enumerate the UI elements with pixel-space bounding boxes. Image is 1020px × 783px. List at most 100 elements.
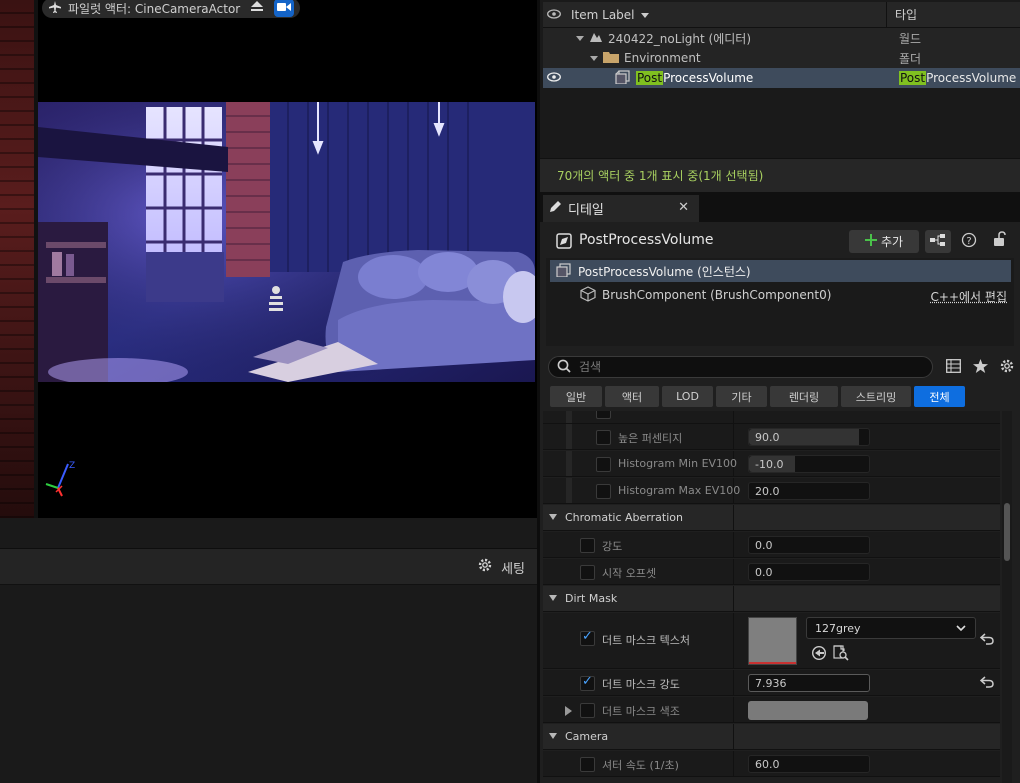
reset-to-default-icon[interactable] — [979, 633, 994, 648]
outliner-row-world[interactable]: 240422_noLight (에디터) 월드 — [543, 28, 1020, 48]
collapse-arrow-icon[interactable] — [576, 31, 584, 45]
property-checkbox[interactable] — [596, 411, 611, 419]
table-view-icon[interactable] — [946, 359, 961, 376]
filter-general[interactable]: 일반 — [550, 386, 602, 407]
dirt-texture-label: 더트 마스크 텍스처 — [602, 634, 690, 647]
histogram-max-checkbox[interactable] — [596, 484, 611, 499]
item-label-column-header[interactable]: Item Label — [565, 1, 887, 28]
property-row-shutter-speed: 셔터 속도 (1/초) 60.0 — [543, 751, 1000, 777]
collapse-arrow-icon[interactable] — [590, 51, 598, 65]
ca-intensity-checkbox[interactable] — [580, 538, 595, 553]
airplane-icon — [48, 0, 62, 17]
property-row-dirt-texture: 더트 마스크 텍스처 127grey — [543, 613, 1000, 669]
eye-icon — [547, 71, 561, 85]
dirt-tint-color-swatch[interactable] — [748, 701, 868, 720]
component-brush-label: BrushComponent (BrushComponent0) — [602, 288, 832, 302]
histogram-max-input[interactable]: 20.0 — [748, 482, 870, 500]
ca-start-offset-checkbox[interactable] — [580, 565, 595, 580]
ca-intensity-value: 0.0 — [755, 538, 773, 552]
level-viewport[interactable]: 파일럿 액터: CineCameraActor Z — [0, 0, 537, 518]
ca-intensity-input[interactable]: 0.0 — [748, 536, 870, 554]
histogram-min-input[interactable]: -10.0 — [748, 455, 870, 473]
postprocess-volume-icon — [556, 262, 572, 280]
type-column-header[interactable]: 타입 — [887, 6, 917, 23]
chevron-down-icon — [955, 622, 967, 637]
shutter-speed-input[interactable]: 60.0 — [748, 755, 870, 773]
filter-actor[interactable]: 액터 — [605, 386, 659, 407]
add-label: 추가 — [880, 235, 904, 249]
outliner-row-postprocessvolume[interactable]: PostProcessVolume PostProcessVolume — [543, 68, 1020, 88]
sort-down-icon — [640, 8, 649, 22]
histogram-min-value: -10.0 — [755, 457, 784, 471]
details-scrollbar[interactable] — [1002, 411, 1012, 783]
scrollbar-thumb[interactable] — [1004, 503, 1010, 561]
dirt-texture-checkbox[interactable] — [580, 629, 595, 646]
details-panel: PostProcessVolume 추가 ? PostProcessVolume… — [540, 222, 1020, 783]
outliner-row-environment[interactable]: Environment 폴더 — [543, 48, 1020, 68]
blueprint-button[interactable] — [925, 230, 951, 253]
filter-rendering[interactable]: 렌더링 — [770, 386, 838, 407]
visibility-toggle[interactable] — [547, 71, 561, 85]
scene-render[interactable] — [38, 102, 535, 382]
browse-asset-icon[interactable] — [833, 645, 849, 664]
component-brush[interactable]: BrushComponent (BrushComponent0) C++에서 편… — [550, 284, 1011, 306]
plus-icon — [864, 234, 877, 249]
gear-icon — [477, 557, 493, 577]
high-percentage-input[interactable]: 90.0 — [748, 428, 870, 446]
help-icon[interactable]: ? — [961, 232, 977, 251]
filter-all[interactable]: 전체 — [914, 386, 965, 407]
outliner-header: Item Label 타입 — [543, 1, 1020, 28]
histogram-max-value: 20.0 — [755, 484, 780, 498]
texture-asset-picker[interactable]: 127grey — [806, 617, 976, 639]
property-grid: 높은 퍼센티지 90.0 Histogram Min EV100 -10.0 H… — [543, 411, 1000, 783]
histogram-min-checkbox[interactable] — [596, 457, 611, 472]
dirt-intensity-input[interactable]: 7.936 — [748, 674, 870, 692]
eject-button[interactable] — [246, 0, 268, 17]
brick-wall-edge — [0, 0, 34, 518]
ca-start-offset-input[interactable]: 0.0 — [748, 563, 870, 581]
visibility-column-header[interactable] — [543, 8, 565, 22]
ppv-label-rest: ProcessVolume — [663, 71, 754, 85]
texture-thumbnail[interactable] — [748, 617, 797, 665]
reset-to-default-icon[interactable] — [979, 676, 994, 691]
histogram-max-label: Histogram Max EV100 — [618, 484, 741, 497]
axis-gizmo-icon: Z — [45, 461, 75, 497]
use-selected-asset-icon[interactable] — [811, 645, 827, 664]
search-box[interactable] — [548, 356, 933, 378]
gear-icon[interactable] — [999, 358, 1015, 377]
filter-misc[interactable]: 기타 — [716, 386, 767, 407]
camera-toggle-button[interactable] — [274, 0, 295, 17]
search-icon — [557, 359, 571, 376]
category-camera[interactable]: Camera — [543, 724, 1000, 750]
outliner-status: 70개의 액터 중 1개 표시 중(1개 선택됨) — [540, 158, 1020, 192]
add-component-button[interactable]: 추가 — [849, 230, 919, 253]
close-icon[interactable]: ✕ — [678, 200, 689, 215]
ca-intensity-label: 강도 — [602, 540, 623, 553]
tab-details[interactable]: 디테일 ✕ — [543, 195, 699, 222]
collapse-arrow-icon — [549, 514, 557, 520]
dirt-intensity-value: 7.936 — [755, 676, 787, 690]
search-input[interactable] — [579, 360, 909, 374]
category-dirt-mask[interactable]: Dirt Mask — [543, 586, 1000, 612]
world-label: 240422_noLight (에디터) — [608, 31, 752, 46]
settings-button[interactable]: 세팅 — [477, 557, 525, 577]
filter-streaming[interactable]: 스트리밍 — [841, 386, 911, 407]
expand-arrow-icon[interactable] — [565, 705, 572, 719]
right-panel: Item Label 타입 240422_noLight (에디터) 월드 En… — [537, 0, 1020, 783]
high-percentage-checkbox[interactable] — [596, 430, 611, 445]
folder-icon — [603, 51, 619, 66]
ppv-label: PostProcessVolume — [636, 71, 753, 85]
lock-icon[interactable] — [993, 231, 1007, 250]
details-title-bar: PostProcessVolume 추가 ? — [543, 224, 1017, 256]
collapse-arrow-icon — [549, 595, 557, 601]
dirt-tint-checkbox[interactable] — [580, 703, 595, 718]
filter-lod[interactable]: LOD — [662, 386, 713, 407]
dirt-intensity-checkbox[interactable] — [580, 674, 595, 691]
edit-in-cpp-link[interactable]: C++에서 편집 — [931, 288, 1007, 305]
shutter-speed-checkbox[interactable] — [580, 757, 595, 772]
star-icon[interactable] — [973, 359, 988, 376]
environment-type: 폴더 — [899, 51, 922, 66]
pencil-icon — [549, 200, 562, 217]
category-chromatic-aberration[interactable]: Chromatic Aberration — [543, 505, 1000, 531]
component-root[interactable]: PostProcessVolume (인스턴스) — [550, 260, 1011, 282]
